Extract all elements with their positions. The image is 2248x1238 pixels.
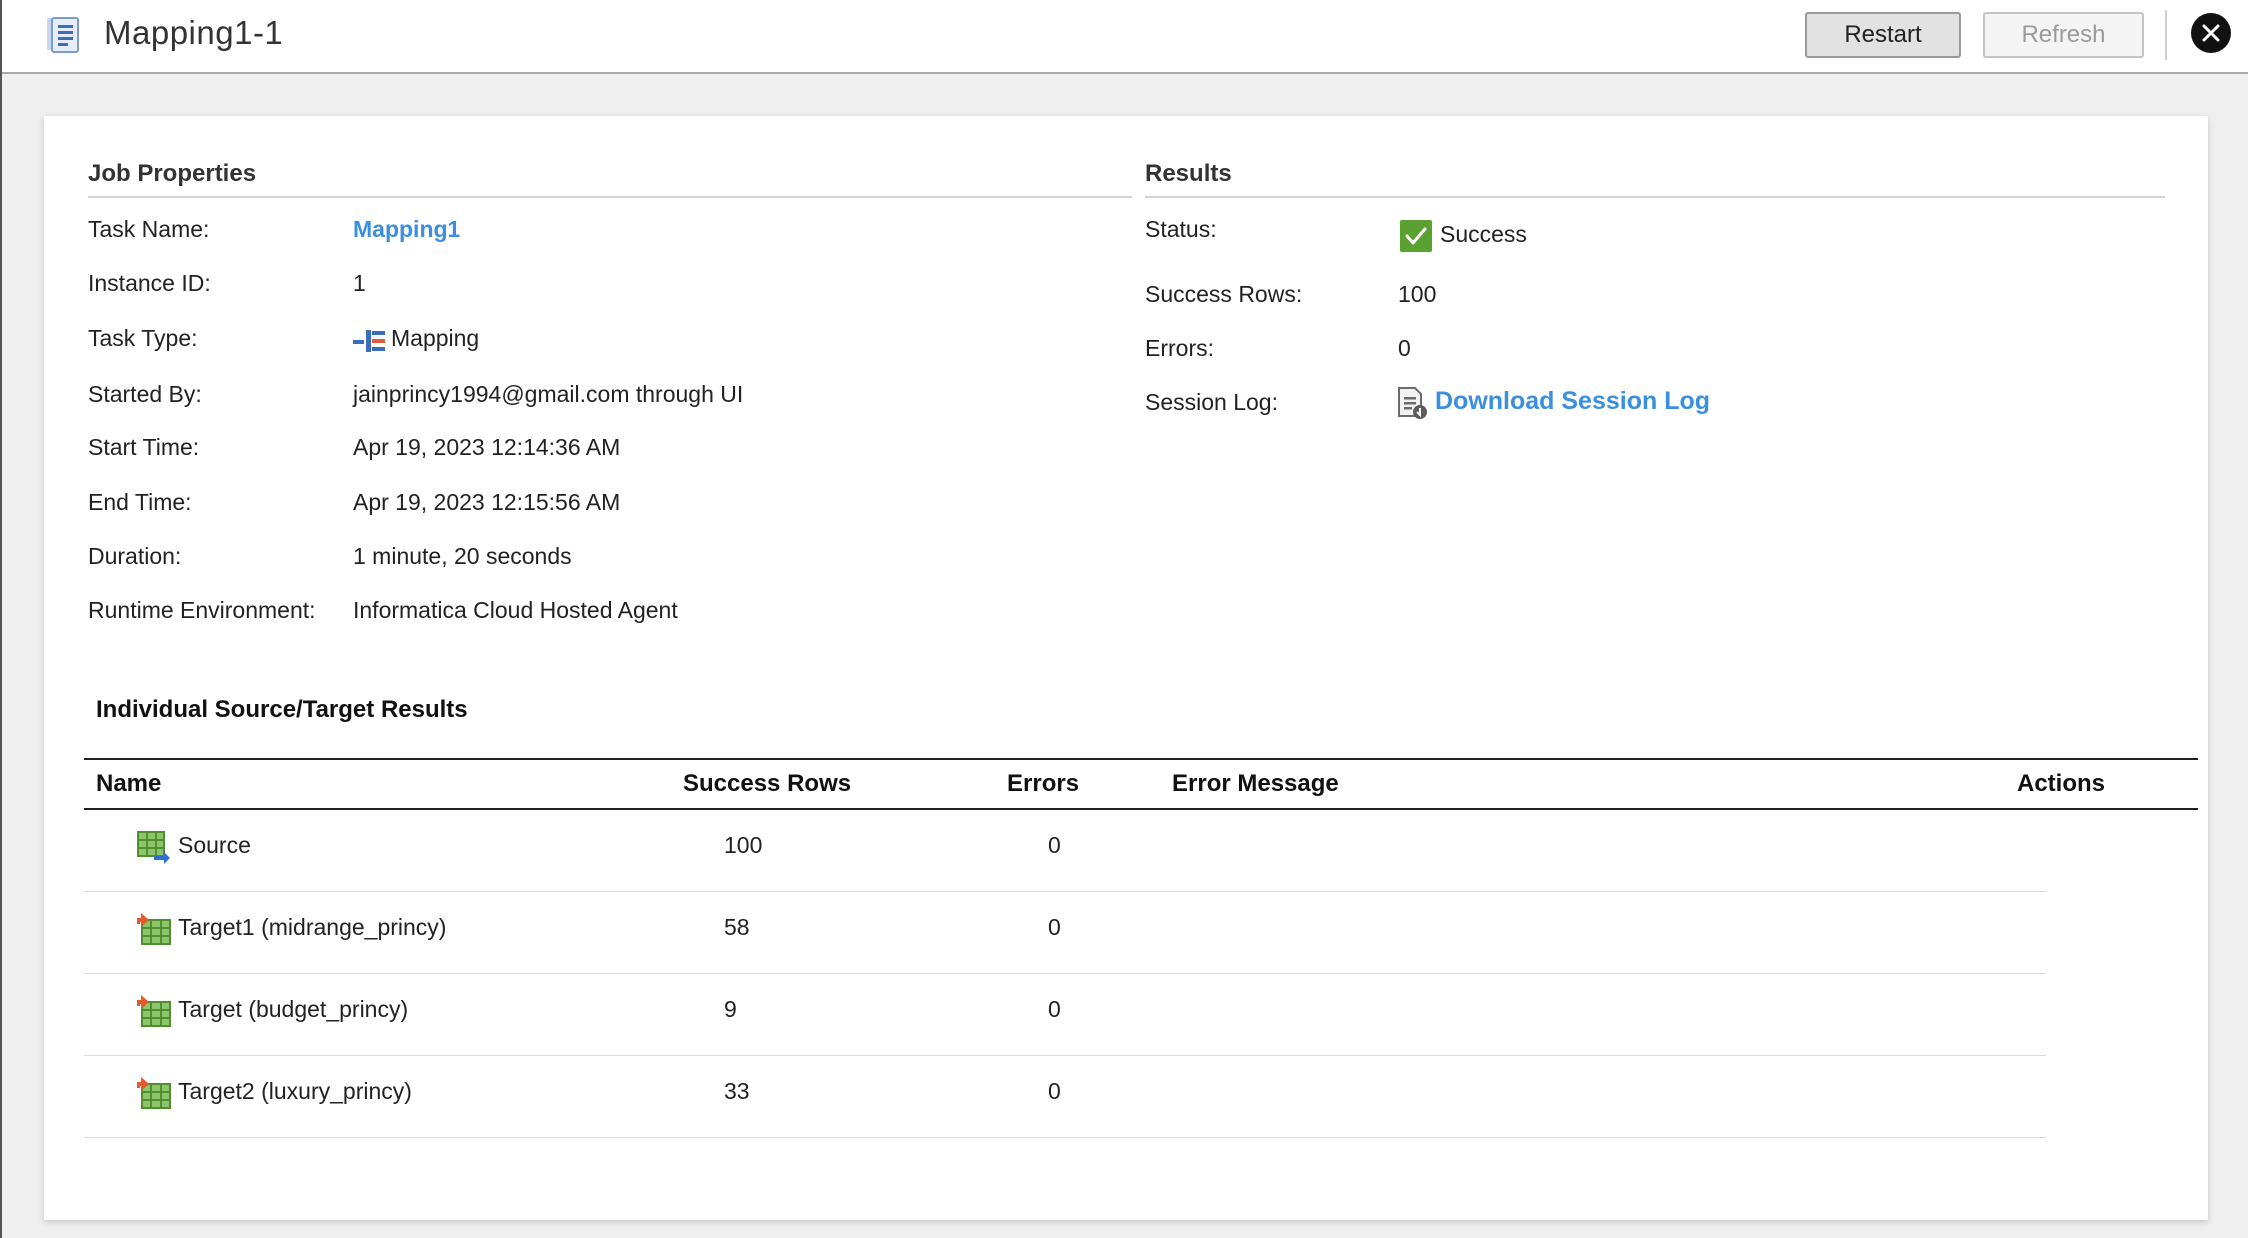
download-session-log-link[interactable]: Download Session Log [1435, 387, 1710, 416]
success-rows-label: Success Rows: [1145, 281, 1303, 307]
target-table-icon [136, 912, 172, 946]
start-time-value: Apr 19, 2023 12:14:36 AM [353, 434, 621, 460]
table-row[interactable]: Target2 (luxury_princy) 33 0 [84, 1056, 2046, 1138]
task-name-link[interactable]: Mapping1 [353, 216, 460, 243]
row-name: Target2 (luxury_princy) [178, 1078, 412, 1104]
row-errors: 0 [1048, 996, 1061, 1022]
runtime-environment-label: Runtime Environment: [88, 597, 316, 623]
row-success-rows: 33 [724, 1078, 750, 1104]
document-list-icon [46, 16, 82, 54]
row-errors: 0 [1048, 832, 1061, 858]
session-log-label: Session Log: [1145, 389, 1278, 415]
close-button[interactable] [2191, 13, 2231, 53]
duration-label: Duration: [88, 543, 182, 569]
started-by-value: jainprincy1994@gmail.com through UI [353, 381, 744, 407]
job-details-window: Mapping1-1 Restart Refresh Job Propertie… [0, 0, 2248, 1238]
row-success-rows: 9 [724, 996, 737, 1022]
header-bar: Mapping1-1 Restart Refresh [2, 0, 2248, 74]
task-type-value: Mapping [391, 325, 480, 351]
source-table-icon [136, 830, 172, 864]
page-title: Mapping1-1 [104, 14, 284, 51]
header-divider [2165, 10, 2167, 60]
column-header-success-rows[interactable]: Success Rows [683, 770, 851, 798]
instance-id-label: Instance ID: [88, 270, 211, 296]
job-properties-divider [88, 196, 1132, 198]
details-panel: Job Properties Task Name: Mapping1 Insta… [44, 116, 2208, 1220]
success-check-icon [1400, 220, 1432, 252]
task-type-label: Task Type: [88, 325, 198, 351]
table-row[interactable]: Target (budget_princy) 9 0 [84, 974, 2046, 1056]
row-success-rows: 100 [724, 832, 763, 858]
table-row[interactable]: Source 100 0 [84, 810, 2046, 892]
start-time-label: Start Time: [88, 434, 200, 460]
close-icon [2202, 24, 2220, 42]
target-table-icon [136, 994, 172, 1028]
end-time-value: Apr 19, 2023 12:15:56 AM [353, 489, 621, 515]
row-name: Target1 (midrange_princy) [178, 914, 447, 940]
started-by-label: Started By: [88, 381, 202, 407]
restart-button[interactable]: Restart [1805, 12, 1961, 58]
mapping-icon [353, 328, 387, 354]
row-name: Target (budget_princy) [178, 996, 409, 1022]
instance-id-value: 1 [353, 270, 366, 296]
target-table-icon [136, 1076, 172, 1110]
success-rows-value: 100 [1398, 281, 1437, 307]
column-header-errors[interactable]: Errors [1007, 770, 1079, 798]
table-top-border [84, 758, 2198, 760]
column-header-name[interactable]: Name [96, 770, 161, 798]
session-log-icon [1396, 386, 1428, 420]
duration-value: 1 minute, 20 seconds [353, 543, 572, 569]
source-target-results-title: Individual Source/Target Results [96, 696, 468, 723]
results-divider [1145, 196, 2165, 198]
status-label: Status: [1145, 216, 1217, 242]
row-errors: 0 [1048, 914, 1061, 940]
row-errors: 0 [1048, 1078, 1061, 1104]
row-success-rows: 58 [724, 914, 750, 940]
end-time-label: End Time: [88, 489, 192, 515]
task-name-label: Task Name: [88, 216, 210, 242]
column-header-actions[interactable]: Actions [2017, 770, 2105, 798]
row-name: Source [178, 832, 251, 858]
errors-value: 0 [1398, 335, 1411, 361]
table-row[interactable]: Target1 (midrange_princy) 58 0 [84, 892, 2046, 974]
runtime-environment-value: Informatica Cloud Hosted Agent [353, 597, 678, 623]
refresh-button[interactable]: Refresh [1983, 12, 2144, 58]
status-value: Success [1440, 221, 1527, 247]
results-title: Results [1145, 160, 1232, 187]
job-properties-title: Job Properties [88, 160, 257, 187]
errors-label: Errors: [1145, 335, 1214, 361]
column-header-error-message[interactable]: Error Message [1172, 770, 1339, 798]
